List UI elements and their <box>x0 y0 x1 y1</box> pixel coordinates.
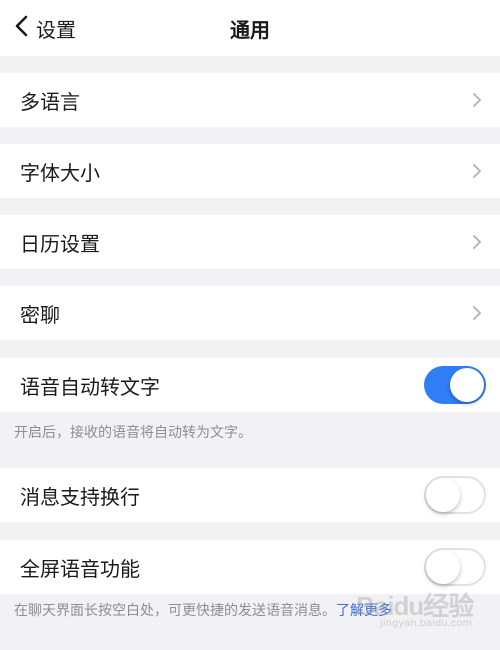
menu-item-languages[interactable]: 多语言 <box>0 73 500 127</box>
toggle-knob <box>426 550 460 584</box>
setting-label: 全屏语音功能 <box>20 556 140 581</box>
menu-item-label: 密聊 <box>20 302 60 327</box>
page-title: 通用 <box>230 18 270 42</box>
line-break-toggle[interactable] <box>424 476 486 514</box>
setting-line-break: 消息支持换行 <box>0 468 500 522</box>
toggle-knob <box>426 478 460 512</box>
toggle-knob <box>450 368 484 402</box>
navigation-bar: 设置 通用 <box>0 0 500 56</box>
chevron-right-icon <box>472 305 482 321</box>
learn-more-link[interactable]: 了解更多 <box>336 603 392 619</box>
setting-fullscreen-voice: 全屏语音功能 <box>0 540 500 594</box>
fullscreen-voice-hint-text: 在聊天界面长按空白处，可更快捷的发送语音消息。 <box>14 603 336 619</box>
menu-item-label: 字体大小 <box>20 160 100 185</box>
voice-to-text-hint: 开启后，接收的语音将自动转为文字。 <box>14 425 252 441</box>
setting-label: 语音自动转文字 <box>20 374 160 399</box>
chevron-right-icon <box>472 92 482 108</box>
menu-item-font-size[interactable]: 字体大小 <box>0 144 500 198</box>
setting-label: 消息支持换行 <box>20 484 140 509</box>
menu-item-calendar-settings[interactable]: 日历设置 <box>0 215 500 269</box>
menu-item-secret-chat[interactable]: 密聊 <box>0 286 500 340</box>
baidu-watermark-url: jingyan.baidu.com <box>380 618 473 629</box>
fullscreen-voice-hint: 在聊天界面长按空白处，可更快捷的发送语音消息。了解更多 <box>14 600 392 620</box>
menu-item-label: 日历设置 <box>20 231 100 256</box>
setting-voice-to-text: 语音自动转文字 <box>0 358 500 412</box>
chevron-right-icon <box>472 163 482 179</box>
chevron-right-icon <box>472 234 482 250</box>
voice-to-text-toggle[interactable] <box>424 366 486 404</box>
fullscreen-voice-toggle[interactable] <box>424 548 486 586</box>
menu-item-label: 多语言 <box>20 89 80 114</box>
